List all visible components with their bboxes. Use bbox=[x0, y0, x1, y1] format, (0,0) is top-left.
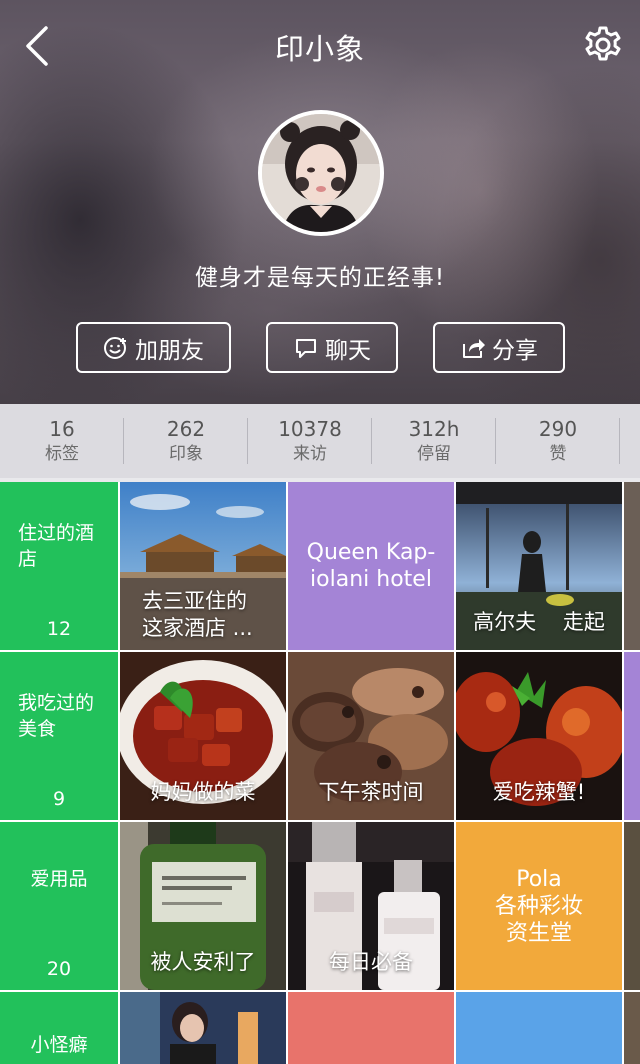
tile-pola[interactable]: Pola 各种彩妆 资生堂 bbox=[456, 822, 622, 990]
tile-afternoon-tea[interactable]: 下午茶时间 bbox=[288, 652, 454, 820]
tile-caption: 妈妈做的菜 bbox=[150, 780, 256, 804]
tile-quirk-2[interactable] bbox=[288, 992, 454, 1064]
tile-caption: 爱吃辣蟹! bbox=[492, 780, 586, 804]
category-label: 小怪癖 bbox=[30, 1034, 88, 1056]
tile-caption: 下午茶时间 bbox=[318, 780, 424, 804]
stats-divider-tail bbox=[620, 404, 640, 478]
category-label: 爱用品 bbox=[30, 868, 88, 890]
category-label: 住过的酒店 bbox=[18, 522, 95, 570]
stat-label: 停留 bbox=[417, 444, 451, 464]
tile-overflow bbox=[624, 822, 640, 990]
stat-likes[interactable]: 290 赞 bbox=[496, 404, 620, 478]
stat-value: 10378 bbox=[278, 417, 342, 441]
stat-tags[interactable]: 16 标签 bbox=[0, 404, 124, 478]
chat-bubble-icon bbox=[296, 338, 316, 358]
stat-stay[interactable]: 312h 停留 bbox=[372, 404, 496, 478]
stat-impressions[interactable]: 262 印象 bbox=[124, 404, 248, 478]
share-icon bbox=[463, 338, 485, 358]
tile-caption: 被人安利了 bbox=[150, 950, 256, 974]
impression-grid: 住过的酒店 12 去三亚住的这家酒店 ... Queen Kap-iolani … bbox=[0, 482, 640, 1064]
category-count: 12 bbox=[46, 618, 72, 640]
chat-label: 聊天 bbox=[325, 337, 371, 364]
tile-text: Queen Kap-iolani hotel bbox=[306, 540, 436, 592]
avatar[interactable] bbox=[258, 110, 384, 236]
stat-value: 290 bbox=[538, 417, 578, 441]
tile-overflow bbox=[624, 482, 640, 650]
tile-quirk-photo[interactable] bbox=[120, 992, 286, 1064]
tile-queen-hotel[interactable]: Queen Kap-iolani hotel bbox=[288, 482, 454, 650]
category-favorite-products[interactable]: 爱用品 20 bbox=[0, 822, 118, 990]
avatar-photo bbox=[262, 114, 380, 232]
person-photo bbox=[120, 992, 286, 1064]
smiley-plus-icon bbox=[104, 336, 126, 359]
share-button[interactable]: 分享 bbox=[433, 322, 565, 373]
tile-quirk-3[interactable] bbox=[456, 992, 622, 1064]
tile-caption: 每日必备 bbox=[329, 950, 413, 974]
tile-mom-dish[interactable]: 妈妈做的菜 bbox=[120, 652, 286, 820]
stat-value: 312h bbox=[408, 417, 460, 441]
category-hotels[interactable]: 住过的酒店 12 bbox=[0, 482, 118, 650]
tile-daily[interactable]: 每日必备 bbox=[288, 822, 454, 990]
back-button[interactable] bbox=[16, 20, 60, 72]
category-count: 9 bbox=[52, 788, 66, 810]
gear-icon bbox=[585, 26, 621, 61]
stat-value: 262 bbox=[166, 417, 206, 441]
stat-label: 标签 bbox=[45, 444, 79, 464]
chevron-left-icon bbox=[26, 26, 48, 66]
profile-header: 印小象 健身才是每天的正经事! 加朋友 聊天 分享 bbox=[0, 0, 640, 404]
share-label: 分享 bbox=[492, 337, 538, 364]
profile-bio: 健身才是每天的正经事! bbox=[194, 265, 446, 291]
header-background-blur bbox=[120, 220, 420, 400]
category-count: 20 bbox=[46, 958, 72, 980]
tile-golf[interactable]: 高尔夫 走起 bbox=[456, 482, 622, 650]
stats-bar: 16 标签 262 印象 10378 来访 312h 停留 290 赞 bbox=[0, 404, 640, 478]
stat-label: 来访 bbox=[293, 444, 327, 464]
add-friend-button[interactable]: 加朋友 bbox=[76, 322, 231, 373]
tile-recommended[interactable]: 被人安利了 bbox=[120, 822, 286, 990]
tile-caption: 高尔夫 走起 bbox=[473, 610, 605, 634]
stat-visits[interactable]: 10378 来访 bbox=[248, 404, 372, 478]
tile-sanya-hotel[interactable]: 去三亚住的这家酒店 ... bbox=[120, 482, 286, 650]
tile-caption: 去三亚住的这家酒店 ... bbox=[142, 589, 253, 640]
settings-button[interactable] bbox=[580, 22, 626, 68]
tile-overflow bbox=[624, 992, 640, 1064]
tile-text: Pola 各种彩妆 资生堂 bbox=[494, 866, 583, 946]
add-friend-label: 加朋友 bbox=[135, 337, 204, 364]
stat-value: 16 bbox=[49, 417, 75, 441]
stat-label: 印象 bbox=[169, 444, 203, 464]
category-quirks[interactable]: 小怪癖 bbox=[0, 992, 118, 1064]
tile-crab[interactable]: 爱吃辣蟹! bbox=[456, 652, 622, 820]
category-food[interactable]: 我吃过的美食 9 bbox=[0, 652, 118, 820]
category-label: 我吃过的美食 bbox=[18, 692, 95, 740]
chat-button[interactable]: 聊天 bbox=[266, 322, 398, 373]
stat-label: 赞 bbox=[549, 444, 567, 464]
tile-overflow bbox=[624, 652, 640, 820]
